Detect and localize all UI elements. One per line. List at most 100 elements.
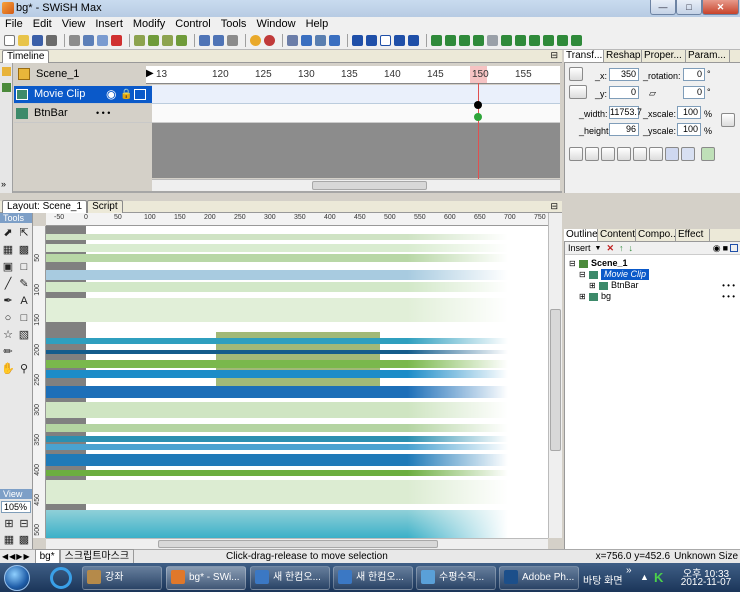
pencil-tool-icon[interactable]: ✎: [17, 277, 31, 291]
rotation-field[interactable]: 0: [683, 68, 705, 81]
new-file-icon[interactable]: [4, 35, 15, 46]
go-to-end-icon[interactable]: [408, 35, 419, 46]
document-tab-bg[interactable]: bg*: [34, 549, 60, 564]
send-to-back-icon[interactable]: [176, 35, 187, 46]
insert-shape-icon[interactable]: [515, 35, 526, 46]
insert-component-icon[interactable]: [543, 35, 554, 46]
toolbar-chevron[interactable]: »: [626, 565, 632, 576]
autoshape-tool-icon[interactable]: ☆: [1, 328, 15, 342]
move-down-icon[interactable]: ↓: [629, 243, 634, 253]
insert-text-icon[interactable]: [501, 35, 512, 46]
start-button[interactable]: [4, 565, 30, 591]
delete-icon[interactable]: ✕: [606, 243, 614, 254]
tab-reshape[interactable]: Reshape: [604, 50, 642, 62]
layer-icon[interactable]: [2, 83, 11, 92]
distribute-icon[interactable]: [681, 147, 695, 161]
tab-nav-icons[interactable]: ◀◀▶▶: [2, 550, 31, 563]
insert-scene-icon[interactable]: [431, 35, 442, 46]
reshape-tool-icon[interactable]: ▦: [1, 243, 15, 257]
insert-menu[interactable]: Insert: [568, 243, 591, 253]
clock-date[interactable]: 2012-11-07: [678, 577, 734, 588]
grid-view-icon[interactable]: ▦: [2, 533, 16, 547]
xscale-field[interactable]: 100: [677, 106, 701, 119]
taskbar-item-hancom-1[interactable]: 새 한컴오...: [250, 566, 330, 590]
zoom-in-icon[interactable]: ⊞: [2, 517, 16, 531]
btnbar-frames[interactable]: [152, 104, 560, 123]
timeline-hscroll[interactable]: [152, 179, 560, 191]
chevron-down-icon[interactable]: ▼: [595, 245, 602, 252]
zoom-select[interactable]: 105%: [1, 501, 31, 513]
rotate-right-icon[interactable]: [617, 147, 631, 161]
x-field[interactable]: 350: [609, 68, 639, 81]
transform-tool-icon[interactable]: ▩: [17, 243, 31, 257]
menu-help[interactable]: Help: [301, 17, 334, 32]
button-tool-icon[interactable]: ▧: [17, 328, 31, 342]
step-forward-icon[interactable]: [394, 35, 405, 46]
eye-icon[interactable]: ◉: [106, 86, 116, 103]
keyframe-icon[interactable]: [474, 113, 482, 121]
close-icon[interactable]: ✕: [702, 0, 739, 15]
send-backward-icon[interactable]: [162, 35, 173, 46]
tab-properties[interactable]: Proper...: [642, 50, 686, 62]
collapse-icon[interactable]: ⊟: [579, 269, 589, 280]
bring-to-front-icon[interactable]: [148, 35, 159, 46]
menu-file[interactable]: File: [0, 17, 28, 32]
menu-insert[interactable]: Insert: [90, 17, 128, 32]
skew-field[interactable]: 0: [683, 86, 705, 99]
menu-control[interactable]: Control: [170, 17, 215, 32]
play-timeline-icon[interactable]: [315, 35, 326, 46]
insert-sound-icon[interactable]: [529, 35, 540, 46]
help-icon[interactable]: [250, 35, 261, 46]
save-icon[interactable]: [32, 35, 43, 46]
delete-icon[interactable]: [111, 35, 122, 46]
subselect-tool-icon[interactable]: ⇱: [17, 226, 31, 240]
move-up-icon[interactable]: ↑: [619, 243, 624, 253]
scene-icon[interactable]: [2, 67, 11, 76]
outline-toggle-icon[interactable]: [134, 89, 146, 100]
rectangle-tool-icon[interactable]: □: [17, 311, 31, 325]
tree-item-scene[interactable]: ⊟ Scene_1: [569, 258, 737, 269]
desktop-toolbar-label[interactable]: 바탕 화면: [583, 572, 623, 587]
expand-timeline-button[interactable]: »: [1, 179, 6, 189]
paste-icon[interactable]: [97, 35, 108, 46]
tab-layout[interactable]: Layout: Scene_1: [2, 200, 88, 213]
insert-effect-icon[interactable]: [557, 35, 568, 46]
bring-forward-icon[interactable]: [134, 35, 145, 46]
find-icon[interactable]: [227, 35, 238, 46]
play-effect-icon[interactable]: [329, 35, 340, 46]
tab-parameters[interactable]: Param...: [686, 50, 730, 62]
tab-transform[interactable]: Transf...: [564, 50, 604, 62]
scroll-thumb[interactable]: [550, 309, 561, 451]
internet-explorer-icon[interactable]: [50, 567, 72, 589]
lock-icon[interactable]: ■: [723, 243, 728, 253]
lock-icon[interactable]: 🔒: [120, 86, 132, 103]
anchor-grid-icon[interactable]: [569, 67, 583, 81]
text-tool-icon[interactable]: A: [17, 294, 31, 308]
panel-pin-icon[interactable]: ⊟: [550, 201, 558, 212]
insert-group-icon[interactable]: [473, 35, 484, 46]
insert-sprite-icon[interactable]: [445, 35, 456, 46]
cut-icon[interactable]: [69, 35, 80, 46]
tab-effect[interactable]: Effect: [676, 229, 710, 241]
width-field[interactable]: 11753.7: [609, 106, 642, 119]
insert-image-icon[interactable]: [487, 35, 498, 46]
tab-content[interactable]: Content: [598, 229, 636, 241]
play-icon[interactable]: [301, 35, 312, 46]
document-tab-script-mask[interactable]: 스크립트마스크: [59, 549, 135, 564]
movie-clip-frames[interactable]: [152, 85, 560, 104]
lock-ratio-icon[interactable]: [721, 113, 735, 127]
select-tool-icon[interactable]: ⬈: [1, 226, 15, 240]
play-scene-icon[interactable]: [380, 35, 391, 46]
maximize-icon[interactable]: □: [676, 0, 702, 15]
stage-canvas[interactable]: [46, 226, 548, 538]
yscale-field[interactable]: 100: [677, 123, 701, 136]
layer-row-movie-clip[interactable]: Movie Clip ◉ 🔒: [14, 86, 152, 104]
stop-record-icon[interactable]: [264, 35, 275, 46]
layout-vscroll[interactable]: [548, 213, 562, 538]
grid-snap-icon[interactable]: [701, 147, 715, 161]
anchor-toggle-icon[interactable]: [569, 85, 587, 99]
align-icon[interactable]: [665, 147, 679, 161]
zoom-tool-icon[interactable]: ⚲: [17, 362, 31, 376]
menu-modify[interactable]: Modify: [128, 17, 170, 32]
menu-edit[interactable]: Edit: [28, 17, 57, 32]
